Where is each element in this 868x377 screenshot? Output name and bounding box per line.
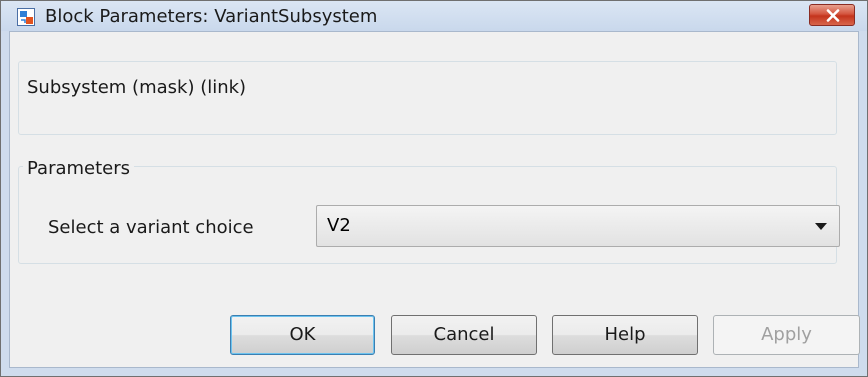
- description-group-title: Subsystem (mask) (link): [23, 77, 251, 99]
- variant-choice-label: Select a variant choice: [48, 217, 254, 238]
- title-bar[interactable]: Block Parameters: VariantSubsystem: [1, 1, 867, 31]
- simulink-block-icon: [17, 8, 35, 26]
- dialog-window: Block Parameters: VariantSubsystem Subsy…: [0, 0, 868, 377]
- cancel-button[interactable]: Cancel: [391, 315, 537, 355]
- window-title: Block Parameters: VariantSubsystem: [45, 6, 378, 27]
- variant-choice-value: V2: [327, 215, 351, 236]
- chevron-down-icon: [815, 223, 827, 230]
- variant-choice-dropdown[interactable]: V2: [316, 205, 840, 247]
- close-icon: [826, 9, 840, 22]
- help-button[interactable]: Help: [552, 315, 698, 355]
- apply-button[interactable]: Apply: [713, 315, 860, 355]
- close-button[interactable]: [809, 4, 855, 26]
- ok-button[interactable]: OK: [230, 315, 375, 355]
- parameters-group-title: Parameters: [23, 158, 135, 180]
